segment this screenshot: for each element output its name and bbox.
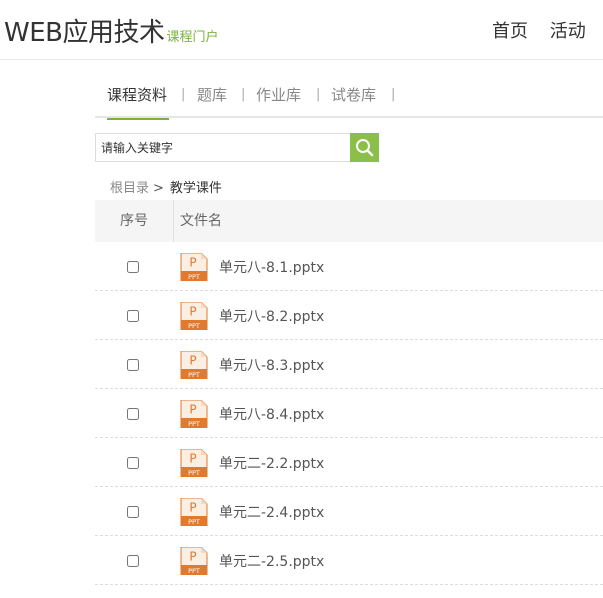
ppt-file-icon: P PPT [180, 400, 208, 428]
file-table: 序号 文件名 P PPT 单元八-8.1.pptx P PPT 单元八-8.2.… [95, 200, 603, 585]
column-header-index: 序号 [95, 200, 174, 242]
tab-separator: | [181, 87, 186, 102]
column-header-filename: 文件名 [180, 213, 222, 229]
tab-question-bank[interactable]: 题库 [197, 78, 227, 118]
svg-text:P: P [189, 305, 196, 319]
table-row: P PPT 单元八-8.1.pptx [95, 242, 603, 291]
nav-home[interactable]: 首页 [492, 17, 528, 43]
file-name-link[interactable]: 单元二-2.2.pptx [219, 453, 324, 473]
svg-text:P: P [189, 550, 196, 564]
ppt-file-icon: P PPT [180, 302, 208, 330]
ppt-file-icon: P PPT [180, 253, 208, 281]
breadcrumb: 根目录 > 教学课件 [110, 177, 222, 196]
nav-activity[interactable]: 活动 [550, 17, 586, 43]
tab-course-materials[interactable]: 课程资料 [107, 78, 170, 120]
file-name-link[interactable]: 单元二-2.4.pptx [219, 502, 324, 522]
row-checkbox[interactable] [127, 555, 139, 567]
search-input[interactable] [95, 133, 351, 162]
svg-text:PPT: PPT [188, 518, 200, 526]
breadcrumb-separator: > [153, 181, 164, 196]
table-row: P PPT 单元二-2.4.pptx [95, 487, 603, 536]
course-title[interactable]: WEB应用技术 [4, 18, 165, 48]
table-row: P PPT 单元二-2.2.pptx [95, 438, 603, 487]
ppt-file-icon: P PPT [180, 449, 208, 477]
search-bar [95, 133, 379, 162]
ppt-file-icon: P PPT [180, 498, 208, 526]
table-row: P PPT 单元八-8.2.pptx [95, 291, 603, 340]
resource-tabs: 课程资料 | 题库 | 作业库 | 试卷库 | [95, 78, 603, 120]
ppt-file-icon: P PPT [180, 547, 208, 575]
site-title[interactable]: WEB应用技术 课程门户 [4, 12, 219, 49]
svg-text:PPT: PPT [188, 371, 200, 379]
search-icon [356, 139, 374, 157]
breadcrumb-root[interactable]: 根目录 [110, 181, 149, 196]
file-name-link[interactable]: 单元八-8.1.pptx [219, 257, 324, 277]
table-header: 序号 文件名 [95, 200, 603, 242]
svg-text:PPT: PPT [188, 322, 200, 330]
ppt-file-icon: P PPT [180, 351, 208, 379]
table-body: P PPT 单元八-8.1.pptx P PPT 单元八-8.2.pptx P … [95, 242, 603, 585]
row-checkbox[interactable] [127, 261, 139, 273]
row-checkbox[interactable] [127, 457, 139, 469]
svg-text:P: P [189, 354, 196, 368]
breadcrumb-current: 教学课件 [169, 181, 222, 196]
svg-text:P: P [189, 452, 196, 466]
svg-text:P: P [189, 501, 196, 515]
header: WEB应用技术课程门户 首页 活动 纟 [0, 0, 603, 60]
row-checkbox[interactable] [127, 408, 139, 420]
tab-separator: | [241, 87, 246, 102]
svg-text:PPT: PPT [188, 567, 200, 575]
file-name-link[interactable]: 单元二-2.5.pptx [219, 551, 324, 571]
tab-separator: | [391, 87, 396, 102]
svg-text:PPT: PPT [188, 420, 200, 428]
file-name-link[interactable]: 单元八-8.2.pptx [219, 306, 324, 326]
tab-homework-bank[interactable]: 作业库 [256, 78, 301, 118]
table-row: P PPT 单元八-8.3.pptx [95, 340, 603, 389]
svg-text:PPT: PPT [188, 273, 200, 281]
top-nav: 首页 活动 纟 [492, 17, 603, 43]
search-button[interactable] [350, 133, 379, 162]
tab-separator: | [316, 87, 321, 102]
file-name-link[interactable]: 单元八-8.3.pptx [219, 355, 324, 375]
svg-text:PPT: PPT [188, 469, 200, 477]
table-row: P PPT 单元八-8.4.pptx [95, 389, 603, 438]
course-portal-label[interactable]: 课程门户 [166, 30, 218, 45]
row-checkbox[interactable] [127, 359, 139, 371]
file-name-link[interactable]: 单元八-8.4.pptx [219, 404, 324, 424]
table-row: P PPT 单元二-2.5.pptx [95, 536, 603, 585]
row-checkbox[interactable] [127, 310, 139, 322]
svg-text:P: P [189, 256, 196, 270]
tab-exam-bank[interactable]: 试卷库 [331, 78, 376, 118]
row-checkbox[interactable] [127, 506, 139, 518]
svg-text:P: P [189, 403, 196, 417]
